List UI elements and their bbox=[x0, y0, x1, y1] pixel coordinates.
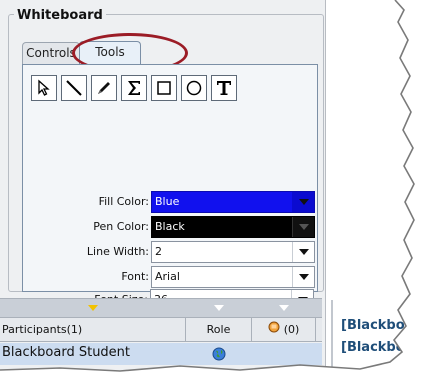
participants-header: Participants(1) Role (0) bbox=[0, 318, 322, 342]
chevron-down-icon bbox=[279, 305, 289, 311]
text-tool-button[interactable] bbox=[211, 75, 237, 101]
rectangle-icon bbox=[155, 79, 173, 97]
chevron-down-icon[interactable] bbox=[292, 217, 314, 237]
collapse-hand-button[interactable] bbox=[252, 299, 316, 317]
raised-hand-column-header[interactable]: (0) bbox=[252, 318, 316, 342]
sigma-tool-button[interactable] bbox=[121, 75, 147, 101]
fill-color-label: Fill Color: bbox=[98, 195, 149, 208]
font-select[interactable]: Arial bbox=[151, 266, 315, 288]
pen-color-value: Black bbox=[155, 220, 185, 233]
raised-hand-icon bbox=[268, 318, 280, 342]
chat-line: [Blackbo bbox=[341, 340, 405, 355]
fill-color-select[interactable]: Blue bbox=[151, 191, 315, 213]
fill-color-row: Fill Color: Blue bbox=[23, 191, 319, 213]
participant-name: Blackboard Student bbox=[2, 345, 131, 360]
line-width-select[interactable]: 2 bbox=[151, 241, 315, 263]
text-icon bbox=[215, 79, 233, 97]
select-arrow-tool-button[interactable] bbox=[31, 75, 57, 101]
globe-icon bbox=[212, 346, 226, 365]
font-value: Arial bbox=[155, 270, 180, 283]
role-column-header[interactable]: Role bbox=[186, 318, 252, 342]
line-width-value: 2 bbox=[155, 245, 162, 258]
select-arrow-icon bbox=[35, 79, 53, 97]
font-row: Font: Arial bbox=[23, 266, 319, 288]
whiteboard-screenshot: Whiteboard Controls Tools Fill Color: Bl… bbox=[0, 0, 422, 374]
tab-tools[interactable]: Tools bbox=[79, 41, 141, 65]
line-tool-button[interactable] bbox=[61, 75, 87, 101]
raised-hand-count: (0) bbox=[283, 323, 300, 336]
sigma-icon bbox=[125, 79, 143, 97]
font-label: Font: bbox=[121, 270, 149, 283]
whiteboard-title: Whiteboard bbox=[14, 8, 106, 23]
chat-line: [Blackboar bbox=[341, 318, 420, 333]
tab-controls[interactable]: Controls bbox=[22, 42, 80, 64]
pen-icon bbox=[95, 79, 113, 97]
tools-pane: Fill Color: Blue Pen Color: Black Line W… bbox=[22, 64, 318, 292]
chevron-down-icon bbox=[214, 305, 224, 311]
ellipse-icon bbox=[185, 79, 203, 97]
column-collapse-strip bbox=[0, 298, 322, 318]
collapse-name-button[interactable] bbox=[0, 299, 186, 317]
rectangle-tool-button[interactable] bbox=[151, 75, 177, 101]
chevron-down-icon[interactable] bbox=[292, 192, 314, 212]
line-icon bbox=[65, 79, 83, 97]
fill-color-value: Blue bbox=[155, 195, 180, 208]
pen-tool-button[interactable] bbox=[91, 75, 117, 101]
participants-column-header[interactable]: Participants(1) bbox=[0, 318, 186, 342]
line-width-label: Line Width: bbox=[86, 245, 149, 258]
chevron-down-icon bbox=[88, 305, 98, 311]
ellipse-tool-button[interactable] bbox=[181, 75, 207, 101]
line-width-row: Line Width: 2 bbox=[23, 241, 319, 263]
participant-row[interactable]: Blackboard Student bbox=[0, 343, 322, 365]
chat-divider bbox=[331, 300, 333, 374]
chevron-down-icon[interactable] bbox=[292, 267, 314, 287]
pen-color-row: Pen Color: Black bbox=[23, 216, 319, 238]
chevron-down-icon[interactable] bbox=[292, 242, 314, 262]
pen-color-label: Pen Color: bbox=[93, 220, 149, 233]
collapse-role-button[interactable] bbox=[186, 299, 252, 317]
pen-color-select[interactable]: Black bbox=[151, 216, 315, 238]
